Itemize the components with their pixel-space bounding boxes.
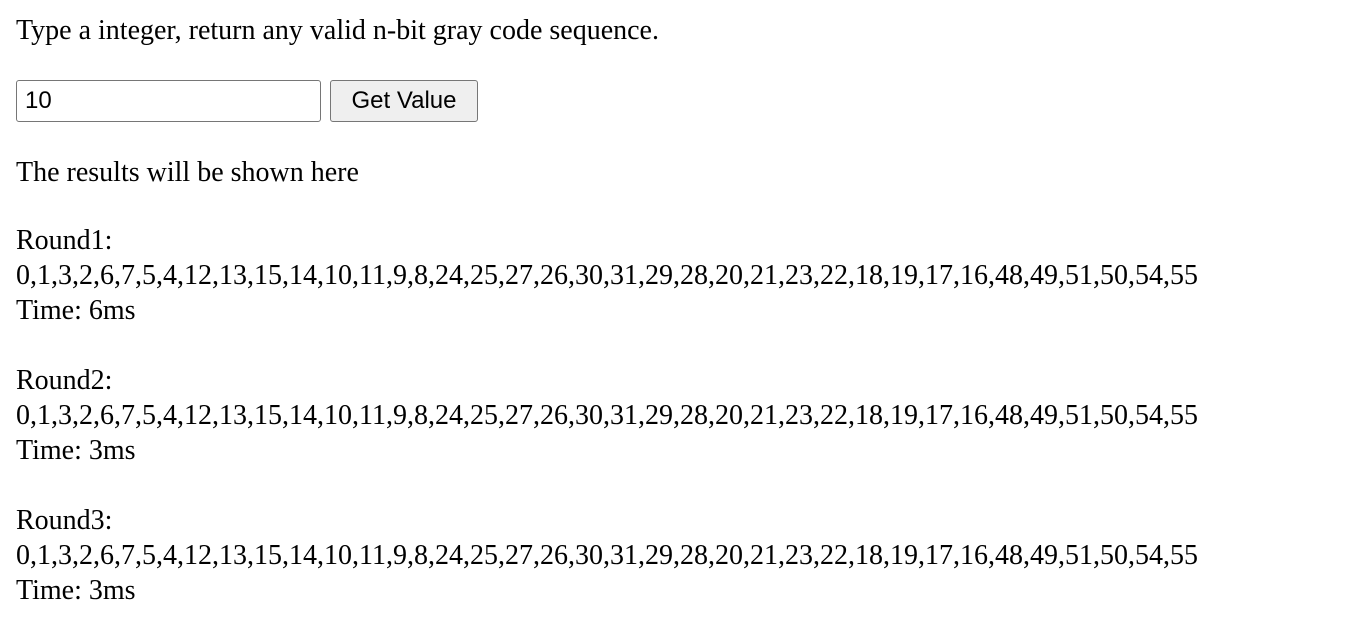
round-sequence: 0,1,3,2,6,7,5,4,12,13,15,14,10,11,9,8,24… (16, 260, 1198, 291)
round-label: Round1: (16, 225, 113, 256)
integer-input[interactable] (16, 80, 321, 122)
results-label: The results will be shown here (16, 157, 359, 188)
round-sequence: 0,1,3,2,6,7,5,4,12,13,15,14,10,11,9,8,24… (16, 540, 1198, 571)
input-form: Get Value (16, 80, 478, 122)
round-result: Round2: 0,1,3,2,6,7,5,4,12,13,15,14,10,1… (16, 363, 1338, 468)
round-label: Round2: (16, 365, 113, 396)
get-value-button[interactable]: Get Value (330, 80, 478, 122)
round-time: Time: 6ms (16, 295, 136, 326)
round-sequence: 0,1,3,2,6,7,5,4,12,13,15,14,10,11,9,8,24… (16, 400, 1198, 431)
page: Type a integer, return any valid n-bit g… (0, 0, 1338, 622)
round-time: Time: 3ms (16, 435, 136, 466)
round-result: Round1: 0,1,3,2,6,7,5,4,12,13,15,14,10,1… (16, 223, 1338, 328)
round-label: Round3: (16, 505, 113, 536)
round-time: Time: 3ms (16, 575, 136, 606)
prompt-text: Type a integer, return any valid n-bit g… (16, 15, 659, 46)
round-result: Round3: 0,1,3,2,6,7,5,4,12,13,15,14,10,1… (16, 503, 1338, 608)
